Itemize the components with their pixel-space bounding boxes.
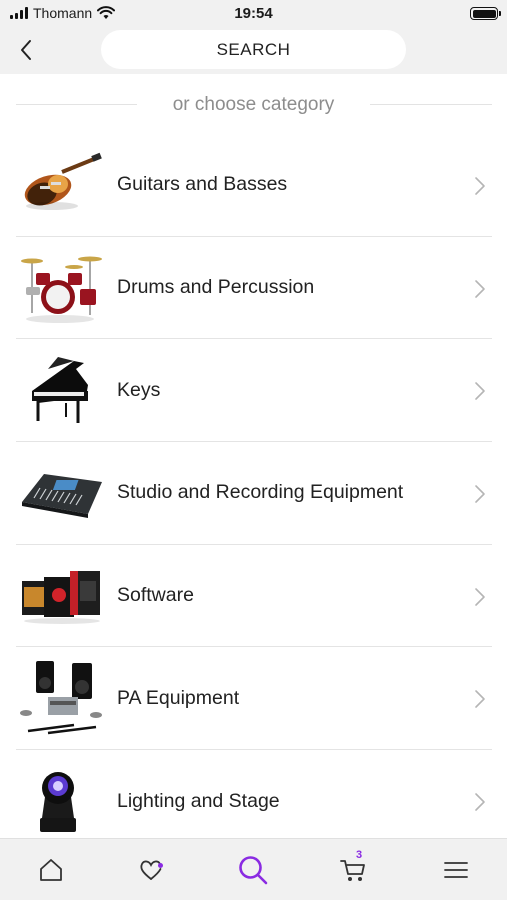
chevron-right-icon <box>475 793 485 811</box>
category-pa-equipment[interactable]: PA Equipment <box>16 647 492 751</box>
chevron-right-icon <box>475 382 485 401</box>
moving-head-light-thumbnail <box>40 772 76 833</box>
chevron-right-icon <box>475 279 485 298</box>
status-time: 19:54 <box>234 5 273 22</box>
grand-piano-thumbnail <box>32 357 88 424</box>
category-label: PA Equipment <box>117 686 240 709</box>
nav-search[interactable] <box>236 853 270 887</box>
drum-kit-thumbnail <box>21 256 102 323</box>
divider-line-right <box>370 104 492 105</box>
pa-speakers-thumbnail <box>20 661 102 735</box>
category-label: Lighting and Stage <box>117 789 280 812</box>
category-list: Guitars and Basses Drums and Percussion <box>16 134 492 853</box>
bottom-navigation: 3 <box>0 838 507 900</box>
back-button[interactable] <box>14 36 38 64</box>
cart-count-badge: 3 <box>356 849 363 861</box>
search-field[interactable]: SEARCH <box>101 30 406 69</box>
home-icon <box>40 859 62 881</box>
chevron-right-icon <box>475 690 485 709</box>
nav-cart[interactable]: 3 <box>336 849 370 887</box>
category-label: Drums and Percussion <box>117 276 315 299</box>
nav-wishlist[interactable] <box>134 853 168 887</box>
category-label: Software <box>117 584 194 607</box>
chevron-right-icon <box>475 587 485 606</box>
category-divider: or choose category <box>0 90 507 120</box>
chevron-right-icon <box>475 177 485 195</box>
chevron-left-icon <box>21 40 31 60</box>
cart-icon <box>340 860 365 881</box>
guitar-thumbnail <box>24 152 102 210</box>
search-label: SEARCH <box>216 39 291 59</box>
chevron-right-icon <box>475 485 485 503</box>
top-bar: Thomann 19:54 SEARCH <box>0 0 507 74</box>
category-guitars-and-basses[interactable]: Guitars and Basses <box>16 134 492 237</box>
battery-icon <box>470 7 501 20</box>
category-software[interactable]: Software <box>16 545 492 648</box>
search-icon <box>239 856 268 885</box>
mixing-console-thumbnail <box>22 474 102 519</box>
category-studio-and-recording-equipment[interactable]: Studio and Recording Equipment <box>16 442 492 545</box>
category-label: Studio and Recording Equipment <box>117 481 404 504</box>
category-label: Guitars and Basses <box>117 173 288 196</box>
software-boxes-thumbnail <box>22 570 100 624</box>
status-bar: Thomann 19:54 <box>0 0 507 28</box>
category-label: Keys <box>117 378 161 401</box>
nav-home[interactable] <box>34 853 68 887</box>
category-keys[interactable]: Keys <box>16 339 492 443</box>
nav-menu[interactable] <box>439 853 473 887</box>
menu-icon <box>444 862 468 878</box>
wishlist-indicator-dot <box>158 863 163 868</box>
divider-label: or choose category <box>172 94 335 115</box>
category-drums-and-percussion[interactable]: Drums and Percussion <box>16 237 492 340</box>
wishlist-icon <box>140 860 162 880</box>
